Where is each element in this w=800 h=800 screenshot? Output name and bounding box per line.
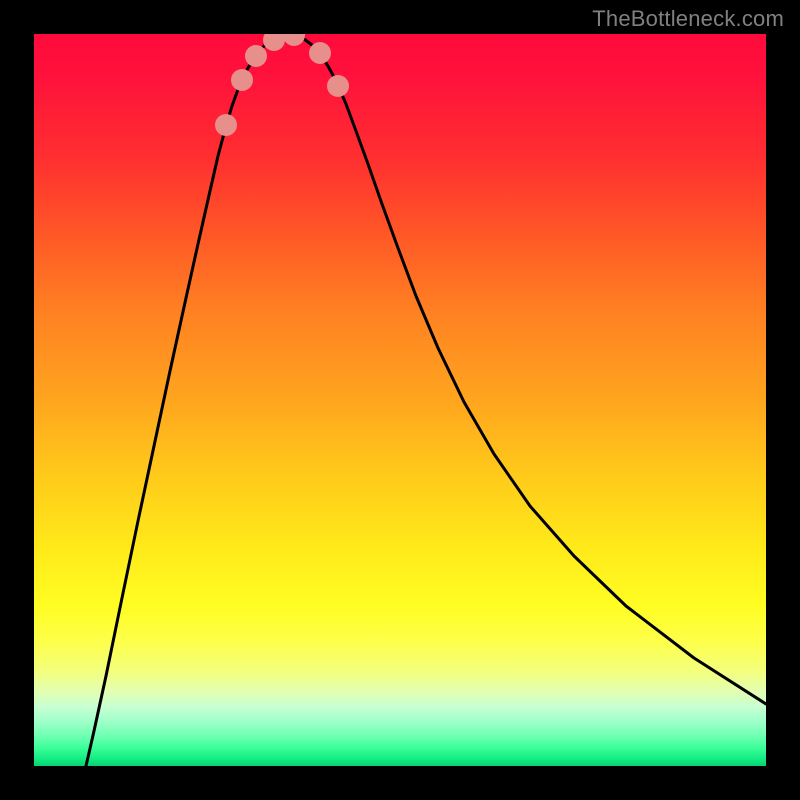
marker-dot xyxy=(283,34,305,46)
marker-dot xyxy=(215,114,237,136)
marker-dot xyxy=(327,75,349,97)
marker-dot xyxy=(263,34,285,51)
curve-svg xyxy=(34,34,766,766)
chart-frame: TheBottleneck.com xyxy=(0,0,800,800)
bottleneck-curve xyxy=(86,35,766,766)
marker-dot xyxy=(231,69,253,91)
watermark-text: TheBottleneck.com xyxy=(592,6,784,32)
marker-dot xyxy=(309,42,331,64)
marker-dot xyxy=(245,45,267,67)
plot-area xyxy=(34,34,766,766)
curve-markers xyxy=(215,34,349,136)
